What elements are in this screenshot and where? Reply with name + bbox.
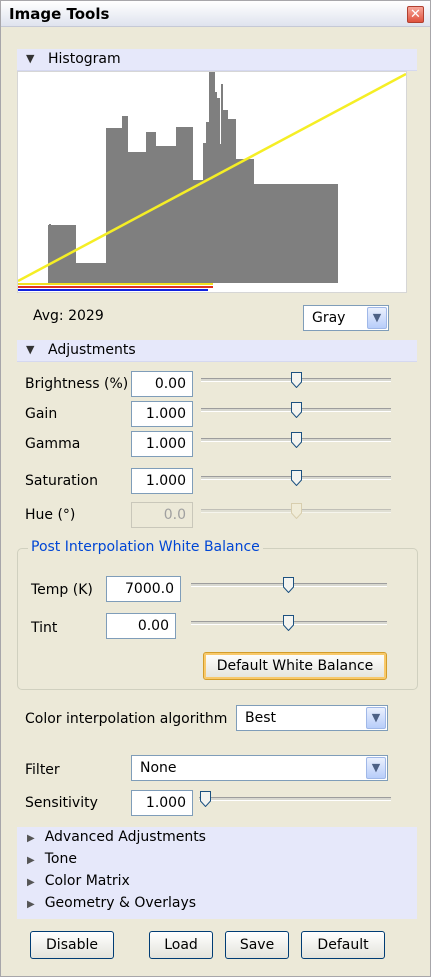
title-bar[interactable]: Image Tools ✕	[1, 1, 430, 27]
default-button[interactable]: Default	[301, 931, 385, 959]
channel-select-value: Gray	[312, 310, 346, 326]
brightness-slider[interactable]	[201, 372, 391, 388]
chevron-down-icon[interactable]: ▼	[367, 307, 387, 329]
gain-input[interactable]: 1.000	[131, 401, 193, 427]
adjustments-section-label: Adjustments	[48, 342, 136, 358]
histogram-section-label: Histogram	[48, 51, 121, 67]
collapsed-triangle-icon: ▶	[27, 833, 35, 844]
histogram-average: Avg: 2029	[33, 308, 104, 324]
default-white-balance-button[interactable]: Default White Balance	[203, 652, 387, 680]
saturation-slider[interactable]	[201, 470, 391, 486]
channel-select[interactable]: Gray ▼	[303, 305, 389, 331]
histogram-spike	[113, 146, 115, 283]
histogram-spike	[49, 224, 51, 283]
histogram-chart	[18, 72, 406, 291]
sensitivity-input[interactable]: 1.000	[131, 790, 193, 816]
image-tools-window: Image Tools ✕ ▼ Histogram Avg: 2029 Gray…	[0, 0, 431, 977]
brightness-label: Brightness (%)	[25, 376, 129, 392]
hue-input: 0.0	[131, 502, 193, 528]
color-interp-label: Color interpolation algorithm	[25, 711, 228, 727]
temp-slider[interactable]	[191, 577, 387, 593]
histogram-blue-marker	[18, 289, 208, 291]
collapsed-sections-panel: ▶ Advanced Adjustments ▶ Tone ▶ Color Matri…	[17, 827, 417, 919]
histogram-spike	[215, 92, 217, 283]
gain-label: Gain	[25, 406, 58, 422]
collapsed-triangle-icon: ▶	[27, 877, 35, 888]
section-advanced-adjustments[interactable]: ▶ Advanced Adjustments	[27, 829, 206, 845]
sensitivity-label: Sensitivity	[25, 795, 98, 811]
temp-label: Temp (K)	[31, 582, 93, 598]
section-label: Color Matrix	[44, 873, 130, 889]
color-interp-select[interactable]: Best ▼	[236, 705, 388, 731]
filter-label: Filter	[25, 762, 60, 778]
hue-slider	[201, 503, 391, 519]
sensitivity-slider[interactable]	[199, 791, 391, 807]
save-button[interactable]: Save	[225, 931, 289, 959]
adjustments-section-header[interactable]: ▼ Adjustments	[17, 340, 417, 362]
section-label: Advanced Adjustments	[44, 829, 206, 845]
white-balance-title: Post Interpolation White Balance	[28, 539, 263, 555]
tint-label: Tint	[31, 620, 58, 636]
expanded-triangle-icon: ▼	[26, 343, 35, 356]
tint-input[interactable]: 0.00	[106, 613, 176, 639]
chevron-down-icon[interactable]: ▼	[366, 707, 386, 729]
gain-slider[interactable]	[201, 402, 391, 418]
window-title: Image Tools	[9, 5, 110, 23]
hue-label: Hue (°)	[25, 507, 76, 523]
gamma-input[interactable]: 1.000	[131, 431, 193, 457]
section-label: Geometry & Overlays	[44, 895, 197, 911]
histogram-spike	[221, 84, 223, 283]
histogram-section-header[interactable]: ▼ Histogram	[17, 49, 417, 71]
chevron-down-icon[interactable]: ▼	[366, 757, 386, 779]
section-geometry-overlays[interactable]: ▶ Geometry & Overlays	[27, 895, 196, 911]
saturation-label: Saturation	[25, 473, 98, 489]
histogram-bars	[48, 72, 338, 283]
tint-slider[interactable]	[191, 615, 387, 631]
gamma-label: Gamma	[25, 436, 81, 452]
histogram-spike	[106, 212, 108, 283]
expanded-triangle-icon: ▼	[26, 52, 35, 65]
temp-input[interactable]: 7000.0	[106, 576, 181, 602]
filter-select[interactable]: None ▼	[131, 755, 388, 781]
disable-button[interactable]: Disable	[30, 931, 114, 959]
close-icon[interactable]: ✕	[407, 6, 424, 23]
brightness-input[interactable]: 0.00	[131, 371, 193, 397]
filter-value: None	[140, 760, 177, 776]
histogram-display	[17, 71, 407, 293]
histogram-yellow-marker	[18, 283, 213, 285]
section-color-matrix[interactable]: ▶ Color Matrix	[27, 873, 130, 889]
section-tone[interactable]: ▶ Tone	[27, 851, 77, 867]
gamma-slider[interactable]	[201, 432, 391, 448]
histogram-red-marker	[18, 286, 213, 288]
load-button[interactable]: Load	[149, 931, 213, 959]
saturation-input[interactable]: 1.000	[131, 468, 193, 494]
collapsed-triangle-icon: ▶	[27, 899, 35, 910]
section-label: Tone	[44, 851, 77, 867]
collapsed-triangle-icon: ▶	[27, 855, 35, 866]
color-interp-value: Best	[245, 710, 277, 726]
